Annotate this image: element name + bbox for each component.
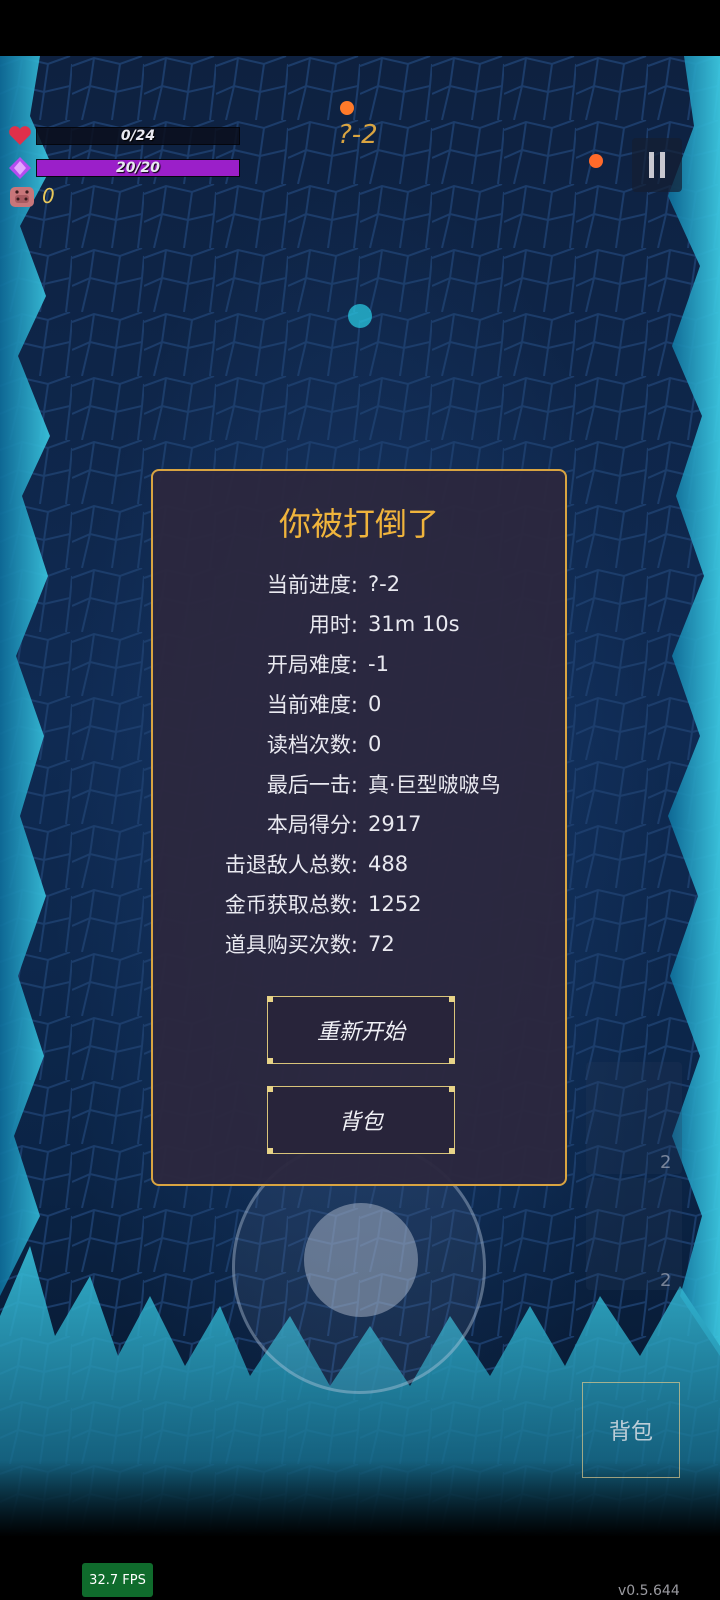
stat-row: 道具购买次数: 72	[153, 929, 565, 959]
button-corner	[267, 1086, 273, 1092]
hp-text: 0/24	[120, 128, 156, 144]
stat-label: 当前难度:	[266, 693, 358, 717]
stat-row: 用时: 31m 10s	[153, 609, 565, 639]
stat-label: 本局得分:	[266, 813, 358, 837]
bag-button[interactable]: 背包	[582, 1382, 680, 1478]
backpack-label: 背包	[338, 1110, 383, 1135]
stat-value: 488	[368, 852, 409, 876]
skill-1-count: 2	[660, 1152, 672, 1173]
top-status-strip	[0, 0, 720, 56]
heart-icon	[9, 126, 31, 145]
stat-label: 击退敌人总数:	[224, 853, 358, 877]
coin-count: 0	[42, 184, 55, 208]
stat-value: 2917	[368, 812, 422, 836]
button-corner	[449, 1058, 455, 1064]
stat-row: 开局难度: -1	[153, 649, 565, 679]
mana-row: 20/20	[8, 156, 240, 180]
skill-2-count: 2	[660, 1270, 672, 1291]
stat-row: 击退敌人总数: 488	[153, 849, 565, 879]
diamond-icon	[9, 157, 31, 179]
button-corner	[449, 996, 455, 1002]
button-corner	[267, 996, 273, 1002]
button-corner	[449, 1086, 455, 1092]
stat-value: 真·巨型啵啵鸟	[368, 773, 501, 797]
stat-row: 读档次数: 0	[153, 729, 565, 759]
version-label: v0.5.644	[618, 1583, 680, 1599]
stat-label: 用时:	[308, 613, 358, 637]
button-corner	[267, 1148, 273, 1154]
backpack-button[interactable]: 背包	[267, 1086, 455, 1154]
stat-value: 0	[368, 692, 382, 716]
stat-row: 当前进度: ?-2	[153, 569, 565, 599]
stat-label: 开局难度:	[266, 653, 358, 677]
piggy-bank-icon	[10, 187, 34, 207]
stat-value: 31m 10s	[368, 612, 460, 636]
stat-value: -1	[368, 652, 389, 676]
hp-row: 0/24	[8, 125, 240, 147]
coin-row: 0	[8, 183, 55, 209]
stat-label: 最后一击:	[266, 773, 358, 797]
button-corner	[449, 1148, 455, 1154]
mana-bar: 20/20	[36, 159, 240, 177]
button-corner	[267, 1058, 273, 1064]
fps-counter: 32.7 FPS	[82, 1563, 153, 1597]
restart-label: 重新开始	[316, 1020, 405, 1045]
restart-button[interactable]: 重新开始	[267, 996, 455, 1064]
stat-label: 读档次数:	[266, 733, 358, 757]
stat-value: 0	[368, 732, 382, 756]
pause-icon	[649, 152, 654, 178]
joystick-knob[interactable]	[304, 1203, 418, 1317]
stat-row: 金币获取总数: 1252	[153, 889, 565, 919]
stat-label: 金币获取总数:	[224, 893, 358, 917]
level-indicator: ?-2	[338, 120, 378, 150]
stat-value: ?-2	[368, 572, 401, 596]
mana-text: 20/20	[115, 160, 161, 176]
pause-icon-bar	[660, 152, 665, 178]
stat-value: 72	[368, 932, 395, 956]
stat-label: 当前进度:	[266, 573, 358, 597]
stat-value: 1252	[368, 892, 422, 916]
defeat-dialog: 你被打倒了 当前进度: ?-2 用时: 31m 10s 开局难度: -1 当前难…	[151, 469, 567, 1186]
stat-row: 本局得分: 2917	[153, 809, 565, 839]
stat-row: 最后一击: 真·巨型啵啵鸟	[153, 769, 565, 799]
dialog-title: 你被打倒了	[278, 505, 439, 543]
stat-label: 道具购买次数:	[224, 933, 358, 957]
pause-button[interactable]	[632, 138, 682, 192]
stat-row: 当前难度: 0	[153, 689, 565, 719]
hp-bar: 0/24	[36, 127, 240, 145]
